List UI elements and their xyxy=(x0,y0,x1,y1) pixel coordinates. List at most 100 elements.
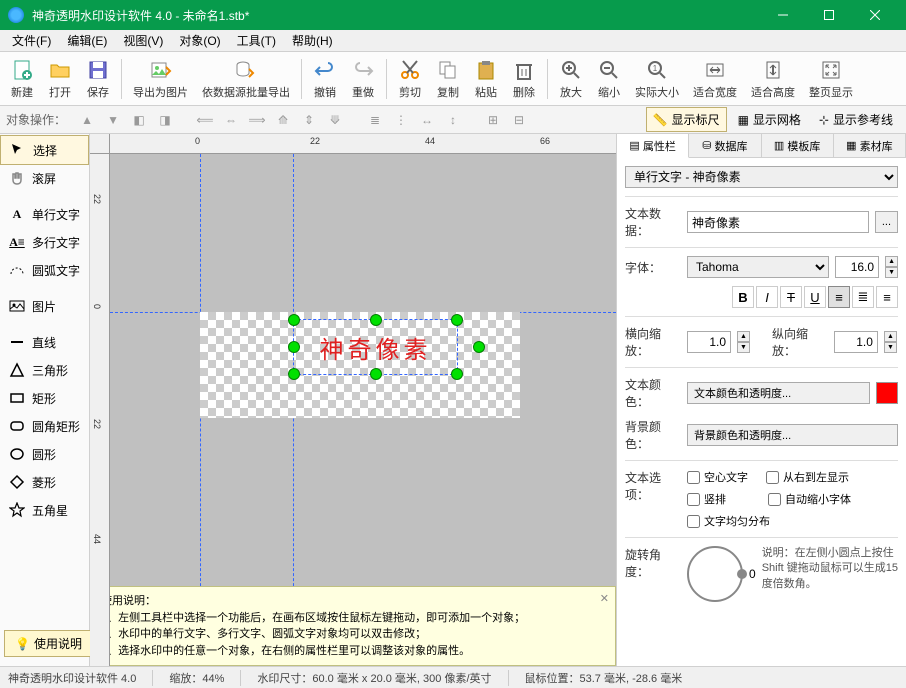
toggle-grid[interactable]: ▦显示网格 xyxy=(731,107,808,132)
bold-button[interactable]: B xyxy=(732,286,754,308)
tool-rrect[interactable]: 圆角矩形 xyxy=(0,412,89,440)
font-size-input[interactable] xyxy=(835,256,879,278)
toggle-ruler[interactable]: 📏显示标尺 xyxy=(646,107,727,132)
tool-single-text[interactable]: A单行文字 xyxy=(0,200,89,228)
fit-height-button[interactable]: 适合高度 xyxy=(745,56,801,102)
layer-up-icon[interactable]: ▲ xyxy=(76,109,98,131)
menu-file[interactable]: 文件(F) xyxy=(4,30,59,51)
hscale-up[interactable]: ▲ xyxy=(737,331,750,342)
tab-assets[interactable]: ▦素材库 xyxy=(834,134,906,157)
tab-database[interactable]: ⛁数据库 xyxy=(689,134,761,157)
redo-button[interactable]: 重做 xyxy=(345,56,381,102)
tool-star[interactable]: 五角星 xyxy=(0,496,89,524)
tab-templates[interactable]: ▥模板库 xyxy=(762,134,834,157)
canvas-area[interactable]: 0 22 44 66 0 22 22 44 神奇像素 xyxy=(90,134,616,666)
distribute-v-icon[interactable]: ⋮ xyxy=(390,109,412,131)
align-right-icon[interactable]: ⟹ xyxy=(246,109,268,131)
bg-color-button[interactable]: 背景颜色和透明度... xyxy=(687,424,898,446)
align-left-icon[interactable]: ⟸ xyxy=(194,109,216,131)
tool-line[interactable]: 直线 xyxy=(0,328,89,356)
handle-se[interactable] xyxy=(451,368,463,380)
font-select[interactable]: Tahoma xyxy=(687,256,829,278)
close-button[interactable] xyxy=(852,0,898,30)
text-color-button[interactable]: 文本颜色和透明度... xyxy=(687,382,870,404)
bring-front-icon[interactable]: ◧ xyxy=(128,109,150,131)
group-icon[interactable]: ⊞ xyxy=(482,109,504,131)
tool-rect[interactable]: 矩形 xyxy=(0,384,89,412)
handle-ne[interactable] xyxy=(451,314,463,326)
undo-button[interactable]: 撤销 xyxy=(307,56,343,102)
tool-circle[interactable]: 圆形 xyxy=(0,440,89,468)
paste-button[interactable]: 粘贴 xyxy=(468,56,504,102)
handle-s[interactable] xyxy=(370,368,382,380)
rotation-wheel[interactable] xyxy=(687,546,743,602)
menu-tools[interactable]: 工具(T) xyxy=(229,30,284,51)
vscale-down[interactable]: ▼ xyxy=(884,342,897,353)
selected-text-object[interactable]: 神奇像素 xyxy=(293,319,458,375)
opt-vertical[interactable]: 竖排 xyxy=(687,491,726,507)
distribute-h-icon[interactable]: ≣ xyxy=(364,109,386,131)
tab-properties[interactable]: ▤属性栏 xyxy=(617,134,689,158)
save-button[interactable]: 保存 xyxy=(80,56,116,102)
batch-export-button[interactable]: 依数据源批量导出 xyxy=(196,56,296,102)
tool-diamond[interactable]: 菱形 xyxy=(0,468,89,496)
copy-button[interactable]: 复制 xyxy=(430,56,466,102)
ungroup-icon[interactable]: ⊟ xyxy=(508,109,530,131)
tool-arc-text[interactable]: 圆弧文字 xyxy=(0,256,89,284)
handle-n[interactable] xyxy=(370,314,382,326)
align-center-button[interactable]: ≣ xyxy=(852,286,874,308)
opt-hollow[interactable]: 空心文字 xyxy=(687,469,748,485)
align-bottom-icon[interactable]: ⟱ xyxy=(324,109,346,131)
delete-button[interactable]: 删除 xyxy=(506,56,542,102)
toggle-guides[interactable]: ⊹显示参考线 xyxy=(812,107,900,132)
handle-sw[interactable] xyxy=(288,368,300,380)
open-button[interactable]: 打开 xyxy=(42,56,78,102)
text-color-swatch[interactable] xyxy=(876,382,898,404)
minimize-button[interactable] xyxy=(760,0,806,30)
new-button[interactable]: 新建 xyxy=(4,56,40,102)
opt-rtl[interactable]: 从右到左显示 xyxy=(766,469,849,485)
tool-multi-text[interactable]: A≡多行文字 xyxy=(0,228,89,256)
vscale-up[interactable]: ▲ xyxy=(884,331,897,342)
align-top-icon[interactable]: ⟰ xyxy=(272,109,294,131)
italic-button[interactable]: I xyxy=(756,286,778,308)
text-data-input[interactable] xyxy=(687,211,869,233)
font-size-up[interactable]: ▲ xyxy=(885,256,898,267)
maximize-button[interactable] xyxy=(806,0,852,30)
menu-edit[interactable]: 编辑(E) xyxy=(59,30,115,51)
tool-triangle[interactable]: 三角形 xyxy=(0,356,89,384)
help-toggle-button[interactable]: 💡使用说明 xyxy=(4,630,93,657)
zoom-in-button[interactable]: 放大 xyxy=(553,56,589,102)
handle-w[interactable] xyxy=(288,341,300,353)
opt-justify[interactable]: 文字均匀分布 xyxy=(687,513,770,529)
opt-shrink[interactable]: 自动缩小字体 xyxy=(768,491,851,507)
handle-nw[interactable] xyxy=(288,314,300,326)
send-back-icon[interactable]: ◨ xyxy=(154,109,176,131)
same-width-icon[interactable]: ↔ xyxy=(416,109,438,131)
vscale-input[interactable] xyxy=(834,331,878,353)
help-close-icon[interactable]: ✕ xyxy=(600,591,609,608)
tool-pan[interactable]: 滚屏 xyxy=(0,164,89,192)
tool-select[interactable]: 选择 xyxy=(0,135,89,165)
fit-page-button[interactable]: 整页显示 xyxy=(803,56,859,102)
strike-button[interactable]: T xyxy=(780,286,802,308)
align-left-button[interactable]: ≡ xyxy=(828,286,850,308)
font-size-down[interactable]: ▼ xyxy=(885,267,898,278)
menu-help[interactable]: 帮助(H) xyxy=(284,30,341,51)
handle-rotate[interactable] xyxy=(473,341,485,353)
cut-button[interactable]: 剪切 xyxy=(392,56,428,102)
layer-down-icon[interactable]: ▼ xyxy=(102,109,124,131)
hscale-down[interactable]: ▼ xyxy=(737,342,750,353)
actual-size-button[interactable]: 1实际大小 xyxy=(629,56,685,102)
align-middle-icon[interactable]: ⇕ xyxy=(298,109,320,131)
align-center-h-icon[interactable]: ⇔ xyxy=(220,109,242,131)
fit-width-button[interactable]: 适合宽度 xyxy=(687,56,743,102)
export-image-button[interactable]: 导出为图片 xyxy=(127,56,194,102)
text-data-more-button[interactable]: ... xyxy=(875,211,898,233)
tool-image[interactable]: 图片 xyxy=(0,292,89,320)
hscale-input[interactable] xyxy=(687,331,731,353)
underline-button[interactable]: U xyxy=(804,286,826,308)
zoom-out-button[interactable]: 缩小 xyxy=(591,56,627,102)
menu-object[interactable]: 对象(O) xyxy=(171,30,228,51)
menu-view[interactable]: 视图(V) xyxy=(115,30,171,51)
